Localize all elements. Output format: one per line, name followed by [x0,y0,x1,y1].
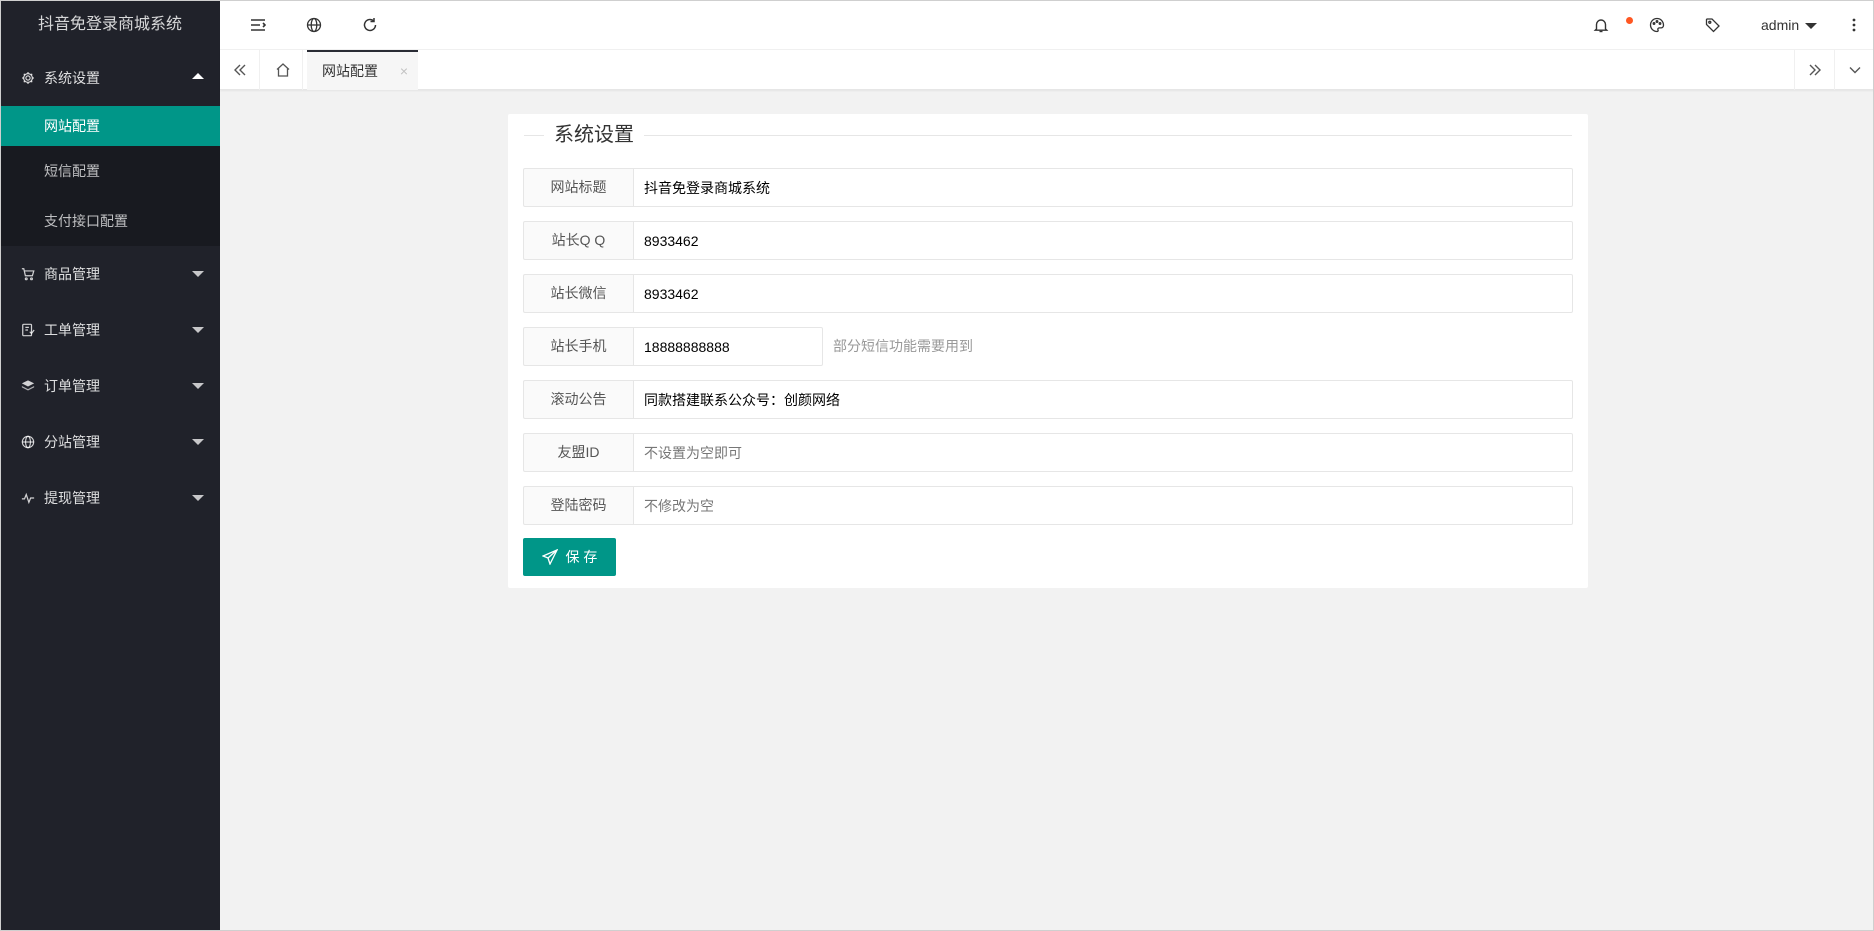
tab-label: 网站配置 [322,63,378,79]
field-label: 网站标题 [523,168,633,207]
field-label: 站长Q Q [523,221,633,260]
tab-site-config[interactable]: 网站配置 × [307,50,418,90]
site-title-input[interactable] [633,168,1573,207]
chevron-down-icon [192,383,204,389]
field-label: 友盟ID [523,433,633,472]
refresh-icon[interactable] [350,0,390,50]
pulse-icon [20,470,36,526]
notification-dot [1626,17,1633,24]
user-menu[interactable]: admin [1761,0,1818,50]
umeng-id-input[interactable] [633,433,1573,472]
nav-title-products[interactable]: 商品管理 [0,246,220,302]
home-icon[interactable] [263,50,303,90]
nav-title-label: 分站管理 [44,434,100,450]
close-icon[interactable]: × [400,52,408,90]
tab-bar: 网站配置 × [220,50,1874,90]
nav-title-substations[interactable]: 分站管理 [0,414,220,470]
sidebar: 抖音免登录商城系统 系统设置 网站配置 短信配置 支付接口配置 商品管理 工单管… [0,0,220,931]
save-button[interactable]: 保 存 [523,538,616,576]
field-label: 站长手机 [523,327,633,366]
nav-title-label: 订单管理 [44,378,100,394]
form-row-announcement: 滚动公告 [523,380,1573,419]
menu-toggle-icon[interactable] [238,0,278,50]
announcement-input[interactable] [633,380,1573,419]
sidebar-item-sms-config[interactable]: 短信配置 [0,146,220,196]
nav-group-orders: 订单管理 [0,358,220,414]
nav-title-system-settings[interactable]: 系统设置 [0,50,220,106]
form-row-site-title: 网站标题 [523,168,1573,207]
settings-card: 系统设置 网站标题 站长Q Q 站长微信 站长手机 部分短信功能需要用到 滚动公… [508,114,1588,588]
nav-title-label: 工单管理 [44,322,100,338]
sidebar-item-site-config[interactable]: 网站配置 [0,106,220,146]
phone-hint: 部分短信功能需要用到 [833,338,973,354]
top-header: admin [220,0,1874,50]
submenu-system-settings: 网站配置 短信配置 支付接口配置 [0,106,220,246]
palette-icon[interactable] [1637,0,1677,50]
bell-icon[interactable] [1581,0,1621,50]
app-logo-title: 抖音免登录商城系统 [37,16,182,33]
form-row-umeng-id: 友盟ID [523,433,1573,472]
cart-icon [20,246,36,302]
send-icon [541,549,558,565]
nav-title-tickets[interactable]: 工单管理 [0,302,220,358]
ticket-icon [20,302,36,358]
tabs-dropdown-icon[interactable] [1834,50,1874,90]
chevron-down-icon [192,271,204,277]
nav-group-substations: 分站管理 [0,414,220,470]
chevron-down-icon [192,327,204,333]
chevron-down-icon [192,439,204,445]
gear-icon [20,50,36,106]
form-legend-title: 系统设置 [544,121,644,149]
nav-title-orders[interactable]: 订单管理 [0,358,220,414]
nav-group-system-settings: 系统设置 网站配置 短信配置 支付接口配置 [0,50,220,246]
tabs-scroll-right-icon[interactable] [1794,50,1834,90]
layers-icon [20,358,36,414]
sidebar-item-payment-config[interactable]: 支付接口配置 [0,196,220,246]
nav-title-label: 提现管理 [44,490,100,506]
nav-title-label: 系统设置 [44,70,100,86]
nav-group-withdrawals: 提现管理 [0,470,220,526]
qq-input[interactable] [633,221,1573,260]
side-nav: 系统设置 网站配置 短信配置 支付接口配置 商品管理 工单管理 订单管理 分站管… [0,50,220,526]
legend-line [524,135,1572,136]
globe-icon [20,414,36,470]
chevron-down-icon [1805,23,1818,30]
field-label: 滚动公告 [523,380,633,419]
field-label: 登陆密码 [523,486,633,525]
wechat-input[interactable] [633,274,1573,313]
phone-input[interactable] [633,327,823,366]
nav-title-withdrawals[interactable]: 提现管理 [0,470,220,526]
more-vertical-icon[interactable] [1834,0,1874,50]
globe-icon[interactable] [294,0,334,50]
username: admin [1761,17,1800,33]
chevron-down-icon [192,495,204,501]
form-row-wechat: 站长微信 [523,274,1573,313]
form-row-qq: 站长Q Q [523,221,1573,260]
nav-title-label: 商品管理 [44,266,100,282]
save-label: 保 存 [565,549,598,565]
form-row-password: 登陆密码 [523,486,1573,525]
form-row-phone: 站长手机 部分短信功能需要用到 [523,327,973,366]
form-legend: 系统设置 [524,114,1572,156]
nav-group-products: 商品管理 [0,246,220,302]
field-label: 站长微信 [523,274,633,313]
nav-group-tickets: 工单管理 [0,302,220,358]
chevron-up-icon [192,73,204,79]
tabs-scroll-left-icon[interactable] [220,50,260,90]
tag-icon[interactable] [1693,0,1733,50]
password-input[interactable] [633,486,1573,525]
